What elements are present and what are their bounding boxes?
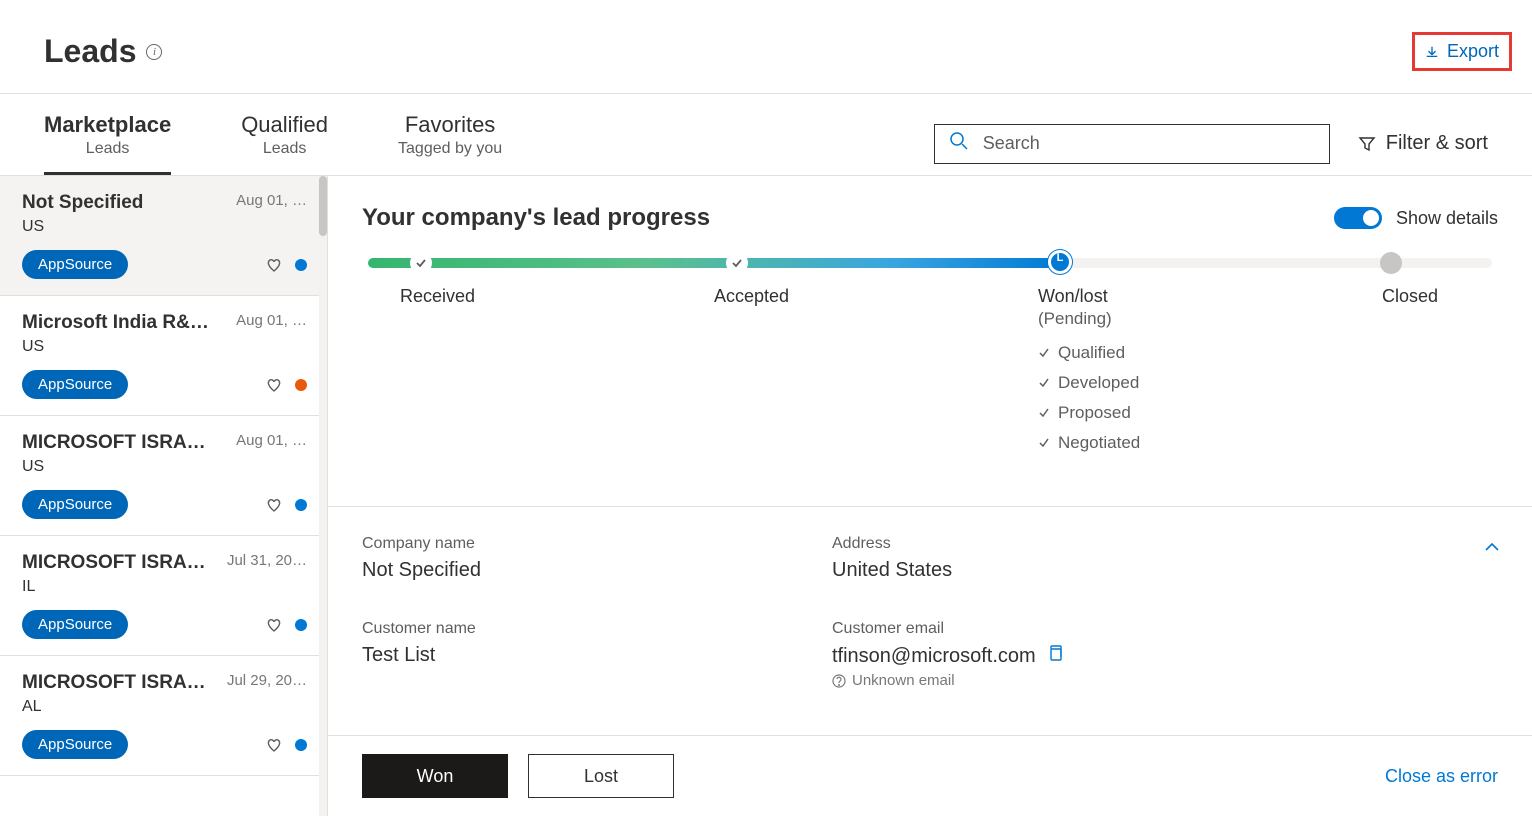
stage-label-accepted: Accepted <box>714 286 789 307</box>
scrollbar-track <box>319 176 327 816</box>
lead-name: MICROSOFT ISRAE… <box>22 552 212 574</box>
tab-label: Qualified <box>241 112 328 138</box>
lead-name: MICROSOFT ISRAE… <box>22 672 212 694</box>
stage-label-closed: Closed <box>1382 286 1438 307</box>
lead-name: MICROSOFT ISRAE… <box>22 432 212 454</box>
lead-location: US <box>22 338 307 356</box>
search-box[interactable] <box>934 124 1330 164</box>
copy-icon[interactable] <box>1046 644 1064 668</box>
status-dot <box>295 739 307 751</box>
stage-node-closed <box>1380 252 1402 274</box>
page-title-wrap: Leads i <box>44 33 162 70</box>
status-dot <box>295 499 307 511</box>
tab-sublabel: Leads <box>44 140 171 158</box>
won-button[interactable]: Won <box>362 754 508 798</box>
source-pill: AppSource <box>22 490 128 519</box>
lead-date: Aug 01, … <box>236 312 307 329</box>
tab-label: Favorites <box>398 112 502 138</box>
lead-location: US <box>22 458 307 476</box>
source-pill: AppSource <box>22 610 128 639</box>
lead-location: IL <box>22 578 307 596</box>
customer-name-label: Customer name <box>362 620 772 638</box>
question-icon <box>832 674 846 688</box>
heart-icon[interactable] <box>265 616 283 634</box>
tab-label: Marketplace <box>44 112 171 138</box>
export-label: Export <box>1447 41 1499 62</box>
search-icon <box>949 131 969 156</box>
stage-label-received: Received <box>400 286 475 307</box>
collapse-button[interactable] <box>1482 537 1502 562</box>
unknown-email-label: Unknown email <box>852 672 955 689</box>
export-button[interactable]: Export <box>1412 32 1512 71</box>
heart-icon[interactable] <box>265 376 283 394</box>
stage-node-wonlost: L <box>1048 250 1072 274</box>
filter-icon <box>1358 135 1376 153</box>
customer-name-value: Test List <box>362 644 772 667</box>
status-dot <box>295 259 307 271</box>
lost-button[interactable]: Lost <box>528 754 674 798</box>
action-bar: Won Lost Close as error <box>328 735 1532 816</box>
leads-sidebar: Not Specified Aug 01, … US AppSource Mic… <box>0 176 328 816</box>
page-title: Leads <box>44 33 136 70</box>
checklist-item: Proposed <box>1038 403 1140 423</box>
source-pill: AppSource <box>22 730 128 759</box>
scrollbar-thumb[interactable] <box>319 176 327 236</box>
heart-icon[interactable] <box>265 256 283 274</box>
show-details-toggle[interactable] <box>1334 207 1382 229</box>
show-details-toggle-wrap: Show details <box>1334 207 1498 229</box>
company-name-label: Company name <box>362 535 772 553</box>
tab-favorites[interactable]: Favorites Tagged by you <box>398 112 502 175</box>
source-pill: AppSource <box>22 250 128 279</box>
address-value: United States <box>832 559 1242 582</box>
lead-date: Aug 01, … <box>236 432 307 449</box>
lead-name: Microsoft India R&… <box>22 312 209 334</box>
lead-item[interactable]: MICROSOFT ISRAE… Aug 01, … US AppSource <box>0 416 327 536</box>
customer-email-value: tfinson@microsoft.com <box>832 645 1036 668</box>
source-pill: AppSource <box>22 370 128 399</box>
lead-item[interactable]: MICROSOFT ISRAE… Jul 29, 20… AL AppSourc… <box>0 656 327 776</box>
close-as-error-link[interactable]: Close as error <box>1385 766 1498 787</box>
filter-label: Filter & sort <box>1386 132 1488 155</box>
lead-item[interactable]: Not Specified Aug 01, … US AppSource <box>0 176 327 296</box>
show-details-label: Show details <box>1396 208 1498 229</box>
lead-location: AL <box>22 698 307 716</box>
tab-marketplace[interactable]: Marketplace Leads <box>44 112 171 175</box>
lead-detail: Your company's lead progress Show detail… <box>328 176 1532 816</box>
lead-date: Jul 29, 20… <box>227 672 307 689</box>
customer-email-label: Customer email <box>832 620 1242 638</box>
filter-sort-button[interactable]: Filter & sort <box>1358 132 1488 155</box>
search-input[interactable] <box>983 133 1315 154</box>
checklist-item: Developed <box>1038 373 1140 393</box>
info-icon[interactable]: i <box>146 44 162 60</box>
tab-sublabel: Leads <box>241 140 328 158</box>
tab-sublabel: Tagged by you <box>398 140 502 158</box>
lead-item[interactable]: Microsoft India R&… Aug 01, … US AppSour… <box>0 296 327 416</box>
tabs: Marketplace Leads Qualified Leads Favori… <box>44 112 502 175</box>
progress-title: Your company's lead progress <box>362 204 710 232</box>
company-name-value: Not Specified <box>362 559 772 582</box>
lead-date: Aug 01, … <box>236 192 307 209</box>
stage-node-accepted <box>726 252 748 274</box>
lead-name: Not Specified <box>22 192 143 214</box>
checklist-item: Qualified <box>1038 343 1140 363</box>
heart-icon[interactable] <box>265 496 283 514</box>
stage-label-wonlost: Won/lost (Pending) QualifiedDevelopedPro… <box>1038 286 1140 453</box>
checklist-item: Negotiated <box>1038 433 1140 453</box>
lead-date: Jul 31, 20… <box>227 552 307 569</box>
download-icon <box>1425 45 1439 59</box>
status-dot <box>295 379 307 391</box>
heart-icon[interactable] <box>265 736 283 754</box>
status-dot <box>295 619 307 631</box>
lead-location: US <box>22 218 307 236</box>
tab-qualified[interactable]: Qualified Leads <box>241 112 328 175</box>
stage-node-received <box>410 252 432 274</box>
address-label: Address <box>832 535 1242 553</box>
lead-item[interactable]: MICROSOFT ISRAE… Jul 31, 20… IL AppSourc… <box>0 536 327 656</box>
progress-bar: L <box>368 258 1492 268</box>
